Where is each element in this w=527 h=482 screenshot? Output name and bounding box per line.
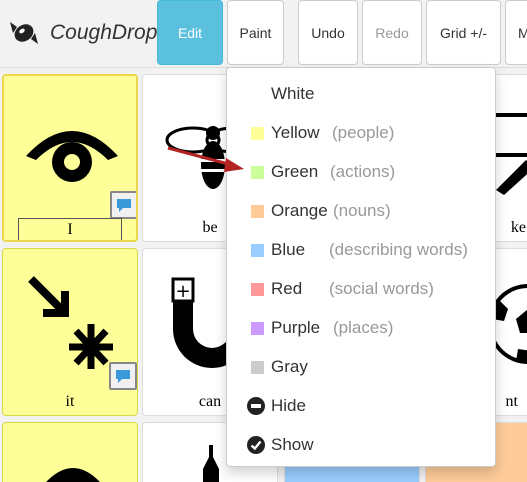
paint-option-white[interactable]: White [227,76,495,112]
button-label: nt [505,393,518,410]
app-name: CoughDrop [50,21,158,44]
button-label: ke [510,219,526,236]
message-badge[interactable] [110,191,136,219]
minus-circle-icon [247,397,265,415]
more-button[interactable]: M [505,0,527,65]
color-swatch [251,282,264,296]
button-cell-it[interactable]: it [2,248,138,416]
hide-option[interactable]: Hide [227,388,495,424]
edit-button[interactable]: Edit [157,0,223,65]
color-swatch [251,321,264,335]
paint-option-green[interactable]: Green (actions) [227,154,495,190]
paint-option-red[interactable]: Red (social words) [227,271,495,307]
button-cell-row3-1[interactable] [2,422,138,482]
header: CoughDrop Edit Paint Undo Redo Grid +/- … [0,0,527,68]
redo-button[interactable]: Redo [362,0,422,65]
speech-bubble-icon [117,199,131,212]
grid-button[interactable]: Grid +/- [426,0,501,65]
message-badge[interactable] [109,362,137,390]
paint-option-yellow[interactable]: Yellow (people) [227,115,495,151]
show-option[interactable]: Show [227,427,495,463]
logo[interactable]: CoughDrop [4,10,157,56]
paint-option-orange[interactable]: Orange (nouns) [227,193,495,229]
check-circle-icon [247,436,265,454]
speech-bubble-icon [116,370,130,383]
button-cell-i[interactable]: I [2,74,138,242]
point-arrow-icon [28,276,113,369]
app-window: CoughDrop Edit Paint Undo Redo Grid +/- … [0,0,527,482]
color-swatch [251,165,264,179]
color-swatch [251,87,264,101]
face-icon [46,468,100,482]
undo-button[interactable]: Undo [298,0,358,65]
paint-option-blue[interactable]: Blue (describing words) [227,232,495,268]
color-swatch [251,204,264,218]
candy-icon [10,22,38,44]
paint-option-gray[interactable]: Gray [227,349,495,385]
button-label: I [18,218,122,240]
eye-icon [26,131,118,182]
color-swatch [251,126,264,140]
color-swatch [251,360,264,374]
svg-text:+: + [175,281,190,302]
bottle-icon [203,445,219,482]
color-swatch [251,243,264,257]
paint-button[interactable]: Paint [227,0,284,65]
button-label: it [65,393,75,410]
paint-option-purple[interactable]: Purple (places) [227,310,495,346]
paint-menu: White Yellow (people) Green (actions) Or… [226,67,496,467]
